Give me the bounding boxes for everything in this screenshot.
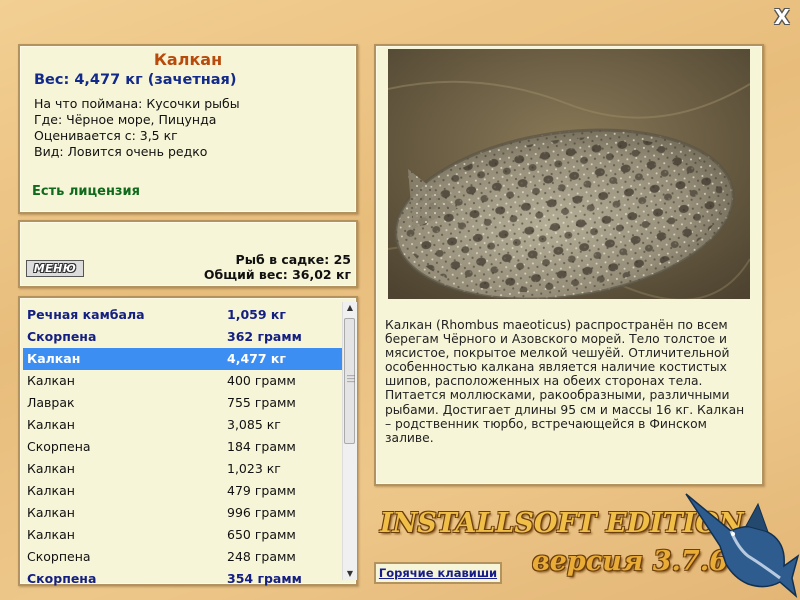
valuation-detail: Оценивается с: 3,5 кг: [34, 128, 178, 143]
fish-photo: [388, 49, 750, 299]
list-item-name: Скорпена: [27, 439, 91, 454]
scrollbar[interactable]: ▲ ― ― ― ▼: [342, 302, 357, 580]
list-item[interactable]: Речная камбала 1,059 кг: [23, 304, 342, 326]
list-item[interactable]: Калкан 4,477 кг: [23, 348, 342, 370]
list-item-name: Калкан: [27, 483, 75, 498]
list-item-weight: 354 грамм: [227, 571, 302, 586]
rarity-detail: Вид: Ловится очень редко: [34, 144, 208, 159]
list-item-name: Скорпена: [27, 571, 97, 586]
list-item[interactable]: Скорпена 184 грамм: [23, 436, 342, 458]
hotkeys-label: Горячие клавиши: [378, 566, 498, 580]
list-item[interactable]: Лаврак 755 грамм: [23, 392, 342, 414]
list-item-name: Лаврак: [27, 395, 75, 410]
list-item[interactable]: Калкан 479 грамм: [23, 480, 342, 502]
list-item-name: Калкан: [27, 527, 75, 542]
list-item-name: Калкан: [27, 505, 75, 520]
list-item-name: Речная камбала: [27, 307, 145, 322]
list-item-name: Калкан: [27, 461, 75, 476]
scroll-down-arrow-icon[interactable]: ▼: [343, 568, 357, 580]
fish-photo-panel: Калкан (Rhombus maeoticus) распространён…: [374, 44, 764, 486]
list-item[interactable]: Скорпена 354 грамм: [23, 568, 342, 590]
fish-info-panel: Калкан Вес: 4,477 кг (зачетная) На что п…: [18, 44, 358, 214]
list-item-weight: 1,059 кг: [227, 307, 286, 322]
fish-weight: Вес: 4,477 кг (зачетная): [34, 72, 237, 88]
list-item-weight: 755 грамм: [227, 395, 296, 410]
list-item-weight: 362 грамм: [227, 329, 302, 344]
catch-list[interactable]: Речная камбала 1,059 кг Скорпена 362 грамм К…: [18, 296, 358, 586]
list-item-weight: 479 грамм: [227, 483, 296, 498]
scroll-up-arrow-icon[interactable]: ▲: [343, 302, 357, 314]
menu-button[interactable]: МЕНЮ: [26, 260, 84, 277]
list-item-weight: 400 грамм: [227, 373, 296, 388]
fish-description: Калкан (Rhombus maeoticus) распространён…: [385, 318, 745, 445]
bait-detail: На что поймана: Кусочки рыбы: [34, 96, 240, 111]
list-item-name: Скорпена: [27, 329, 97, 344]
list-item-weight: 650 грамм: [227, 527, 296, 542]
list-item[interactable]: Скорпена 248 грамм: [23, 546, 342, 568]
fish-count: Рыб в садке: 25: [235, 252, 351, 267]
list-item-weight: 1,023 кг: [227, 461, 281, 476]
list-item[interactable]: Скорпена 362 грамм: [23, 326, 342, 348]
close-icon[interactable]: X: [771, 6, 793, 28]
stats-panel: МЕНЮ Рыб в садке: 25 Общий вес: 36,02 кг: [18, 220, 358, 288]
license-status: Есть лицензия: [32, 184, 140, 199]
grip-icon: ― ― ―: [347, 371, 355, 386]
list-item-weight: 4,477 кг: [227, 351, 286, 366]
list-item[interactable]: Калкан 3,085 кг: [23, 414, 342, 436]
list-item-name: Скорпена: [27, 549, 91, 564]
fish-title: Калкан: [153, 50, 223, 69]
total-weight: Общий вес: 36,02 кг: [203, 267, 351, 282]
list-item[interactable]: Калкан 996 грамм: [23, 502, 342, 524]
list-item-weight: 184 грамм: [227, 439, 296, 454]
list-item-name: Калкан: [27, 351, 81, 366]
scroll-thumb[interactable]: ― ― ―: [344, 318, 355, 444]
list-item-name: Калкан: [27, 373, 75, 388]
list-item[interactable]: Калкан 400 грамм: [23, 370, 342, 392]
list-item-weight: 248 грамм: [227, 549, 296, 564]
list-item-name: Калкан: [27, 417, 75, 432]
list-item-weight: 996 грамм: [227, 505, 296, 520]
marlin-logo: [685, 493, 800, 598]
list-item[interactable]: Калкан 1,023 кг: [23, 458, 342, 480]
location-detail: Где: Чёрное море, Пицунда: [34, 112, 217, 127]
list-item[interactable]: Калкан 650 грамм: [23, 524, 342, 546]
hotkeys-link[interactable]: Горячие клавиши: [374, 562, 502, 584]
list-item-weight: 3,085 кг: [227, 417, 281, 432]
